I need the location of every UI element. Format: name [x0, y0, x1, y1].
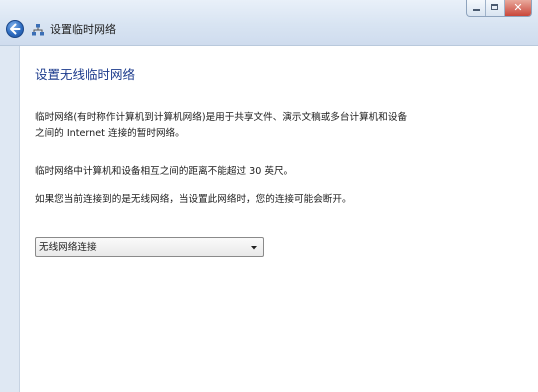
- minimize-icon: [473, 9, 480, 11]
- description-line-2: 之间的 Internet 连接的暂时网络。: [35, 128, 185, 139]
- connection-select-value: 无线网络连接: [39, 242, 97, 253]
- distance-note: 临时网络中计算机和设备相互之间的距离不能超过 30 英尺。: [35, 166, 294, 177]
- back-arrow-icon: [10, 23, 21, 35]
- maximize-icon: [491, 4, 498, 10]
- window-title: 设置临时网络: [50, 23, 116, 36]
- chevron-down-icon: [251, 246, 257, 250]
- content-panel: 设置无线临时网络 临时网络(有时称作计算机到计算机网络)是用于共享文件、演示文稿…: [19, 46, 538, 392]
- close-button[interactable]: ✕: [505, 0, 531, 16]
- page-heading: 设置无线临时网络: [35, 67, 136, 82]
- back-button[interactable]: [6, 20, 24, 38]
- connection-select[interactable]: 无线网络连接: [35, 237, 264, 257]
- minimize-button[interactable]: [467, 0, 486, 16]
- close-icon: ✕: [513, 1, 523, 14]
- navigation-bar: ✕ 设置临时网络: [0, 0, 538, 46]
- description-paragraph: 临时网络(有时称作计算机到计算机网络)是用于共享文件、演示文稿或多台计算机和设备…: [35, 110, 460, 142]
- description-line-1: 临时网络(有时称作计算机到计算机网络)是用于共享文件、演示文稿或多台计算机和设备: [35, 112, 408, 123]
- window-controls: ✕: [466, 0, 532, 17]
- network-icon: [32, 24, 44, 36]
- maximize-button[interactable]: [486, 0, 505, 16]
- disconnect-warning: 如果您当前连接到的是无线网络，当设置此网络时，您的连接可能会断开。: [35, 194, 352, 205]
